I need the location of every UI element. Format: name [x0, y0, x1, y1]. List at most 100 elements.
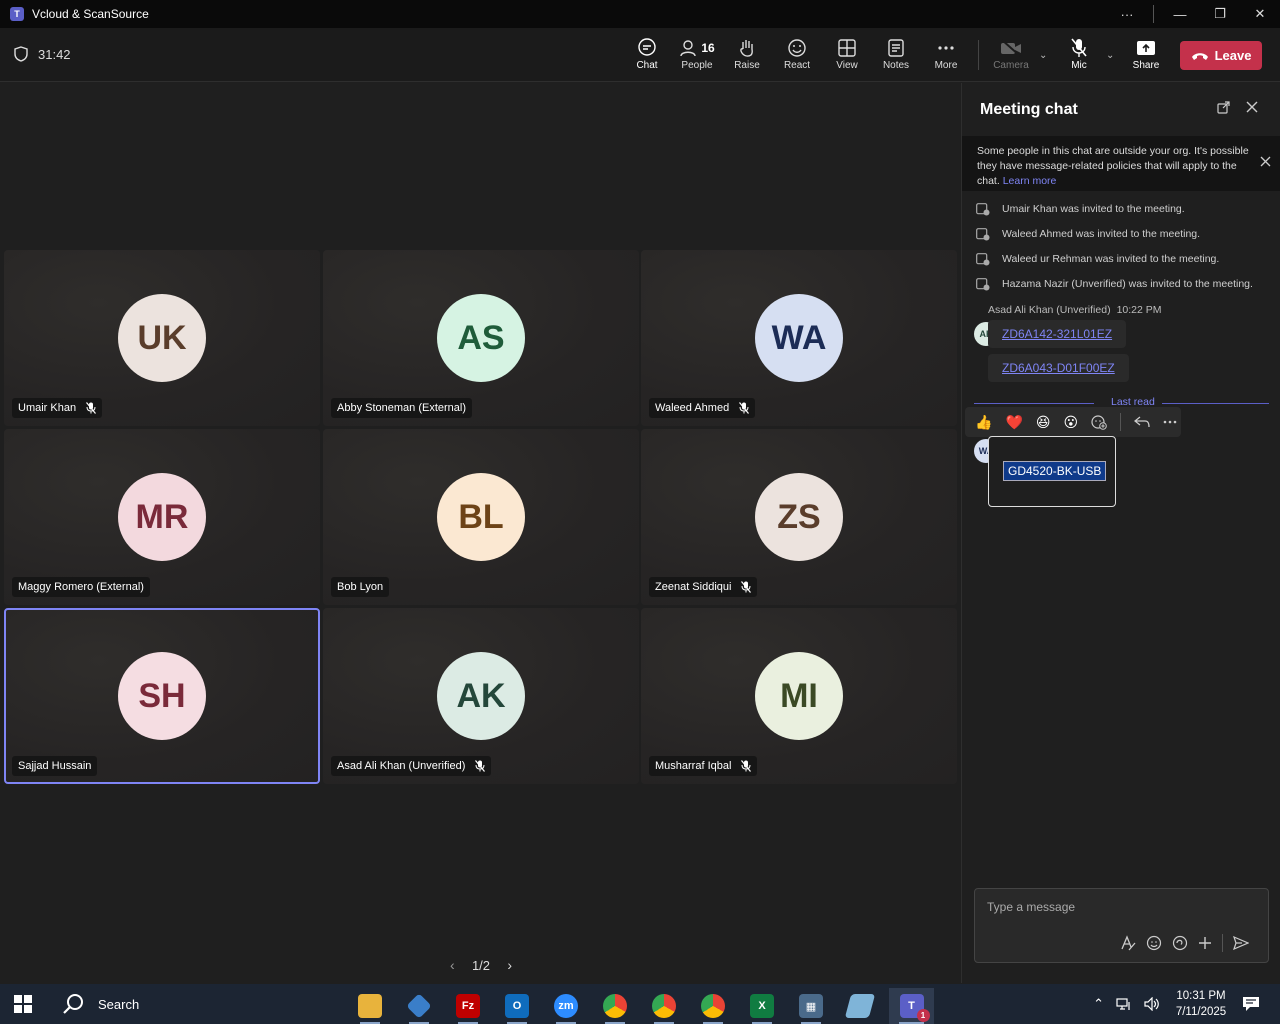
chrome-app[interactable]: [595, 988, 635, 1024]
close-window-button[interactable]: ✕: [1240, 6, 1280, 22]
zoom-app[interactable]: zm: [546, 988, 586, 1024]
chevron-up-icon[interactable]: ⌃: [1093, 996, 1104, 1012]
filezilla-icon: Fz: [456, 994, 480, 1018]
compose-box[interactable]: Type a message: [974, 888, 1269, 963]
system-message: Umair Khan was invited to the meeting.: [976, 201, 1185, 217]
learn-more-link[interactable]: Learn more: [1003, 175, 1057, 187]
participant-tile-active-speaker[interactable]: SH Sajjad Hussain: [4, 608, 320, 784]
calculator-app[interactable]: ▦: [791, 988, 831, 1024]
leave-button[interactable]: Leave: [1180, 41, 1262, 70]
add-reaction-icon[interactable]: [1091, 414, 1107, 430]
file-explorer-app[interactable]: [350, 988, 390, 1024]
chat-label: Chat: [636, 60, 658, 71]
divider: [1153, 5, 1154, 23]
taskbar-clock[interactable]: 10:31 PM 7/11/2025: [1166, 988, 1236, 1020]
filezilla-app[interactable]: Fz: [448, 988, 488, 1024]
heart-reaction-icon[interactable]: ❤️: [1005, 414, 1022, 431]
camera-button[interactable]: Camera: [986, 36, 1036, 80]
close-chat-icon[interactable]: [1246, 101, 1258, 113]
selected-message-bubble[interactable]: GD4520-BK-USB: [988, 436, 1116, 507]
gallery-pager: ‹ 1/2 ›: [450, 957, 512, 973]
pop-out-icon[interactable]: [1217, 101, 1230, 114]
mic-button[interactable]: Mic: [1054, 36, 1104, 80]
format-icon[interactable]: [1120, 935, 1136, 951]
pinned-app[interactable]: [399, 988, 439, 1024]
participant-tile[interactable]: MR Maggy Romero (External): [4, 429, 320, 605]
emoji-icon[interactable]: [1146, 935, 1162, 951]
thumbs-up-reaction-icon[interactable]: 👍: [975, 414, 992, 431]
windows-taskbar: Search Fz O zm X ▦ T1 ⌃ 10:31 PM 7/11/20…: [0, 984, 1280, 1024]
mic-label: Mic: [1071, 60, 1087, 71]
people-label: People: [681, 60, 713, 71]
participant-tile[interactable]: BL Bob Lyon: [323, 429, 639, 605]
network-icon[interactable]: [1116, 997, 1132, 1011]
chrome-icon: [652, 994, 676, 1018]
meeting-chat-panel: Meeting chat Some people in this chat ar…: [961, 83, 1280, 983]
chrome-profile-app[interactable]: [693, 988, 733, 1024]
message-bubble[interactable]: ZD6A043-D01F00EZ: [988, 354, 1129, 382]
react-button[interactable]: React: [772, 36, 822, 80]
message-bubble[interactable]: ZD6A142-321L01EZ: [988, 320, 1127, 348]
message-input[interactable]: Type a message: [987, 900, 1075, 914]
previous-page-button[interactable]: ‹: [450, 957, 455, 973]
minimize-button[interactable]: —: [1160, 7, 1200, 22]
next-page-button[interactable]: ›: [507, 957, 512, 973]
view-button[interactable]: View: [822, 36, 872, 80]
teams-icon: T1: [899, 994, 930, 1022]
more-button[interactable]: More: [921, 36, 971, 80]
excel-icon: X: [750, 994, 774, 1018]
dismiss-banner-icon[interactable]: [1260, 156, 1271, 167]
selected-message-text[interactable]: GD4520-BK-USB: [1003, 461, 1107, 481]
attach-plus-icon[interactable]: [1198, 936, 1212, 950]
participant-name: Abby Stoneman (External): [337, 402, 467, 414]
teams-app[interactable]: T1: [889, 988, 934, 1024]
search-label: Search: [98, 996, 140, 1012]
message-link[interactable]: ZD6A142-321L01EZ: [1002, 327, 1112, 341]
participant-nameplate: Sajjad Hussain: [12, 756, 98, 776]
reply-icon[interactable]: [1134, 416, 1150, 428]
notes-label: Notes: [882, 60, 910, 71]
pinned-app[interactable]: [840, 988, 880, 1024]
chat-icon: [638, 38, 656, 56]
participant-tile[interactable]: WA Waleed Ahmed: [641, 250, 957, 426]
message-sender: Asad Ali Khan (Unverified) 10:22 PM: [988, 304, 1162, 316]
share-button[interactable]: Share: [1121, 36, 1171, 80]
camera-label: Camera: [993, 60, 1029, 71]
divider: [1120, 413, 1122, 431]
participant-avatar: AS: [437, 294, 525, 382]
excel-app[interactable]: X: [742, 988, 782, 1024]
participant-tile[interactable]: AS Abby Stoneman (External): [323, 250, 639, 426]
react-label: React: [783, 60, 811, 71]
notes-button[interactable]: Notes: [871, 36, 921, 80]
folder-icon: [358, 994, 382, 1018]
taskbar-search[interactable]: Search: [48, 984, 348, 1024]
message-link[interactable]: ZD6A043-D01F00EZ: [1002, 361, 1115, 375]
participant-tile[interactable]: ZS Zeenat Siddiqui: [641, 429, 957, 605]
volume-icon[interactable]: [1144, 997, 1160, 1011]
raise-hand-button[interactable]: Raise: [722, 36, 772, 80]
participant-nameplate: Musharraf Iqbal: [649, 756, 758, 776]
mic-options-chevron-icon[interactable]: ⌄: [1106, 50, 1114, 61]
outlook-app[interactable]: O: [497, 988, 537, 1024]
maximize-button[interactable]: ❐: [1200, 6, 1240, 22]
window-more-button[interactable]: ···: [1107, 7, 1147, 22]
mic-muted-icon: [86, 402, 97, 414]
start-button-windows-icon[interactable]: [14, 995, 32, 1013]
chat-button[interactable]: Chat: [622, 36, 672, 86]
people-button[interactable]: 16 People: [672, 36, 722, 80]
participant-name: Asad Ali Khan (Unverified): [337, 760, 466, 772]
more-label: More: [934, 60, 958, 71]
notifications-icon[interactable]: [1242, 996, 1260, 1012]
camera-options-chevron-icon[interactable]: ⌄: [1039, 50, 1047, 61]
leave-label: Leave: [1214, 48, 1252, 63]
participant-tile[interactable]: MI Musharraf Iqbal: [641, 608, 957, 784]
loop-component-icon[interactable]: [1172, 935, 1188, 951]
participant-name: Bob Lyon: [337, 581, 384, 593]
participant-tile[interactable]: UK Umair Khan: [4, 250, 320, 426]
more-options-icon[interactable]: [1163, 420, 1177, 424]
participant-tile[interactable]: AK Asad Ali Khan (Unverified): [323, 608, 639, 784]
laugh-reaction-icon[interactable]: 😆: [1036, 414, 1051, 431]
surprised-reaction-icon[interactable]: 😮: [1063, 414, 1078, 431]
chrome-profile-app[interactable]: [644, 988, 684, 1024]
send-icon[interactable]: [1233, 936, 1249, 950]
